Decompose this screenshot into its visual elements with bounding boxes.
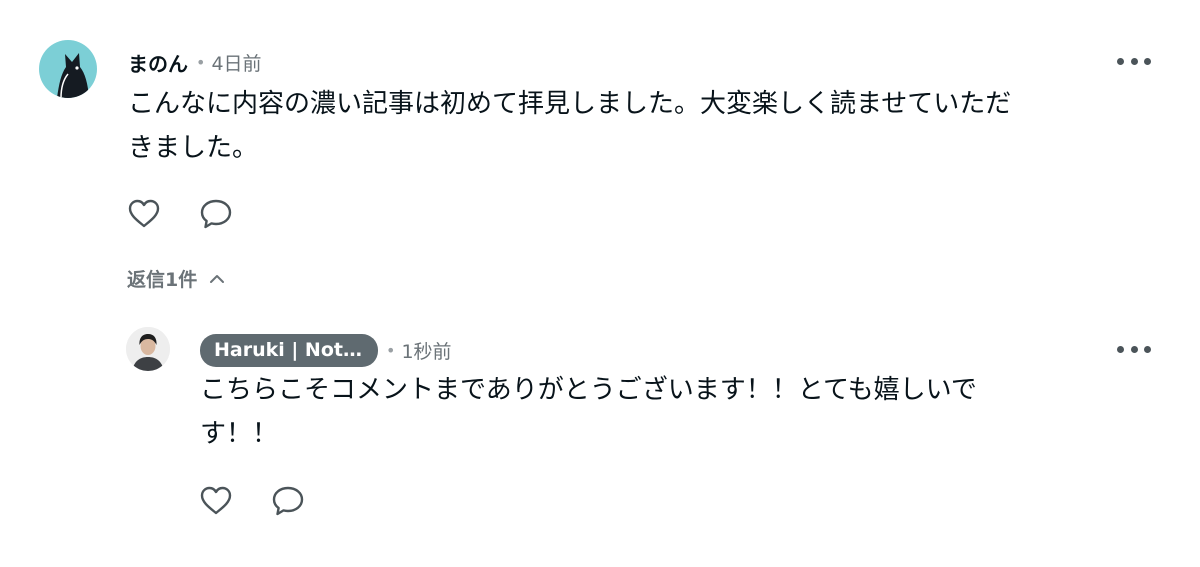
person-avatar-icon <box>126 327 170 371</box>
comment-meta: まのん • 4日前 <box>128 48 262 77</box>
more-dot <box>1144 345 1151 353</box>
speech-bubble-icon <box>200 199 232 229</box>
comment-author[interactable]: まのん <box>128 48 188 77</box>
reply-text-line: こちらこそコメントまでありがとうございます！！とても嬉しいで <box>200 375 977 405</box>
cat-avatar-icon <box>57 53 89 98</box>
separator-dot: • <box>386 341 396 360</box>
chevron-up-icon <box>210 274 225 283</box>
comment-text-line: こんなに内容の濃い記事は初めて拝見しました。大変楽しく読ませていただ <box>128 89 1012 119</box>
comment: まのん • 4日前 こんなに内容の濃い記事は初めて拝見しました。大変楽しく読ませ… <box>0 0 1200 300</box>
replies-toggle-label: 返信1件 <box>127 269 198 291</box>
comment-text: こんなに内容の濃い記事は初めて拝見しました。大変楽しく読ませていただ きました。 <box>128 82 1128 170</box>
reply: Haruki | Noti... • 1秒前 こちらこそコメントまでありがとうご… <box>0 300 1200 567</box>
reply-more-button[interactable] <box>1117 339 1151 359</box>
more-dot <box>1130 57 1138 65</box>
more-dot <box>1130 345 1138 353</box>
reply-reply-button[interactable] <box>270 483 306 519</box>
reply-like-button[interactable] <box>198 483 234 519</box>
comment-avatar[interactable] <box>39 40 97 98</box>
more-dot <box>1117 57 1124 65</box>
comment-time: 4日前 <box>211 53 262 75</box>
reply-time: 1秒前 <box>401 341 452 363</box>
comment-reply-button[interactable] <box>198 196 234 232</box>
comment-more-button[interactable] <box>1117 51 1151 71</box>
replies-toggle[interactable]: 返信1件 <box>127 265 225 292</box>
reply-text-line: す！！ <box>200 419 279 449</box>
reply-text: こちらこそコメントまでありがとうございます！！とても嬉しいで す！！ <box>200 368 1100 456</box>
heart-icon <box>128 199 160 228</box>
comment-like-button[interactable] <box>126 196 162 232</box>
reply-meta: Haruki | Noti... • 1秒前 <box>200 334 452 367</box>
reply-avatar[interactable] <box>126 327 170 371</box>
reply-author-badge[interactable]: Haruki | Noti... <box>200 334 378 367</box>
more-dot <box>1117 345 1124 353</box>
comment-text-line: きました。 <box>128 133 259 163</box>
speech-bubble-icon <box>272 486 304 516</box>
heart-icon <box>200 486 232 515</box>
separator-dot: • <box>196 53 206 72</box>
more-dot <box>1144 57 1151 65</box>
